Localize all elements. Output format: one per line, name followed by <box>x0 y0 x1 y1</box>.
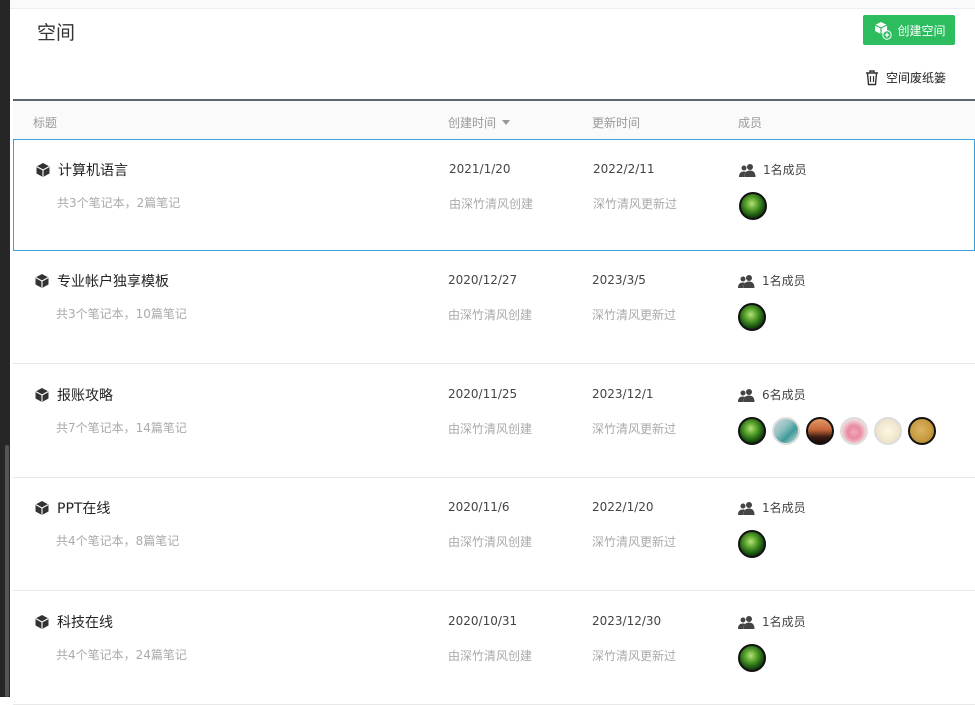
member-count-label: 1名成员 <box>763 163 807 177</box>
member-avatars <box>738 303 766 331</box>
trash-icon <box>866 70 878 86</box>
space-row[interactable]: 计算机语言共3个笔记本，2篇笔记 2021/1/20 由深竹清风创建 2022/2/1… <box>13 139 975 251</box>
member-avatars <box>739 192 767 220</box>
updater-text: 深竹清风更新过 <box>592 649 677 663</box>
sort-desc-icon <box>502 120 511 125</box>
space-summary: 共3个笔记本，10篇笔记 <box>56 307 187 321</box>
space-trash-link[interactable]: 空间废纸篓 <box>864 69 946 86</box>
space-name[interactable]: 计算机语言 <box>58 160 128 180</box>
updated-date: 2022/1/20 <box>592 500 654 514</box>
updater-text: 深竹清风更新过 <box>593 197 678 211</box>
updated-date: 2023/3/5 <box>592 273 646 287</box>
space-cube-icon <box>35 274 49 288</box>
created-date: 2020/11/6 <box>448 500 510 514</box>
space-row[interactable]: 专业帐户独享模板共3个笔记本，10篇笔记 2020/12/27 由深竹清风创建 202… <box>13 251 975 364</box>
add-space-icon <box>875 22 893 40</box>
updated-date: 2023/12/30 <box>592 614 662 628</box>
create-space-button[interactable]: 创建空间 <box>863 15 955 45</box>
updater-text: 深竹清风更新过 <box>592 308 677 322</box>
creator-text: 由深竹清风创建 <box>448 422 533 436</box>
space-summary: 共4个笔记本，8篇笔记 <box>56 534 180 548</box>
space-name[interactable]: 专业帐户独享模板 <box>57 271 169 291</box>
members-icon <box>738 274 755 288</box>
member-count[interactable]: 6名成员 <box>738 386 806 403</box>
col-updated[interactable]: 更新时间 <box>592 114 640 131</box>
member-avatar[interactable] <box>908 417 936 445</box>
member-count-label: 1名成员 <box>762 501 806 515</box>
member-count-label: 6名成员 <box>762 388 806 402</box>
member-avatar[interactable] <box>840 417 868 445</box>
members-icon <box>738 388 755 402</box>
space-name[interactable]: PPT在线 <box>57 498 110 518</box>
updated-date: 2022/2/11 <box>593 162 655 176</box>
member-avatar[interactable] <box>772 417 800 445</box>
members-icon <box>738 615 755 629</box>
space-cube-icon <box>35 501 49 515</box>
member-avatar[interactable] <box>739 192 767 220</box>
member-avatar[interactable] <box>738 644 766 672</box>
trash-label: 空间废纸篓 <box>886 71 947 85</box>
creator-text: 由深竹清风创建 <box>448 649 533 663</box>
updated-date: 2023/12/1 <box>592 387 654 401</box>
space-summary: 共3个笔记本，2篇笔记 <box>57 196 181 210</box>
creator-text: 由深竹清风创建 <box>448 535 533 549</box>
creator-text: 由深竹清风创建 <box>449 197 534 211</box>
col-title[interactable]: 标题 <box>33 114 57 131</box>
member-avatar[interactable] <box>806 417 834 445</box>
members-icon <box>739 163 756 177</box>
space-summary: 共4个笔记本，24篇笔记 <box>56 648 187 662</box>
member-count-label: 1名成员 <box>762 274 806 288</box>
space-cube-icon <box>35 615 49 629</box>
member-avatars <box>738 644 766 672</box>
updater-text: 深竹清风更新过 <box>592 422 677 436</box>
create-space-label: 创建空间 <box>897 23 946 38</box>
space-row[interactable]: 报账攻略共7个笔记本，14篇笔记 2020/11/25 由深竹清风创建 2023/12… <box>13 365 975 478</box>
member-count[interactable]: 1名成员 <box>739 161 807 178</box>
created-date: 2021/1/20 <box>449 162 511 176</box>
table-header: 标题 创建时间 更新时间 成员 <box>13 101 975 139</box>
member-count[interactable]: 1名成员 <box>738 613 806 630</box>
space-name[interactable]: 报账攻略 <box>57 385 113 405</box>
created-date: 2020/10/31 <box>448 614 518 628</box>
top-edge <box>10 0 975 9</box>
space-summary: 共7个笔记本，14篇笔记 <box>56 421 187 435</box>
left-sidebar-edge <box>0 0 10 697</box>
member-avatar[interactable] <box>738 530 766 558</box>
member-avatar[interactable] <box>874 417 902 445</box>
scrollbar-thumb[interactable] <box>5 445 9 697</box>
col-created[interactable]: 创建时间 <box>448 114 511 131</box>
space-cube-icon <box>36 163 50 177</box>
member-count-label: 1名成员 <box>762 615 806 629</box>
space-row[interactable]: PPT在线共4个笔记本，8篇笔记 2020/11/6 由深竹清风创建 2022/1/2… <box>13 478 975 591</box>
member-avatars <box>738 530 766 558</box>
space-row[interactable]: 科技在线共4个笔记本，24篇笔记 2020/10/31 由深竹清风创建 2023/12… <box>13 592 975 705</box>
updater-text: 深竹清风更新过 <box>592 535 677 549</box>
created-date: 2020/12/27 <box>448 273 518 287</box>
member-avatars <box>738 417 936 445</box>
member-avatar[interactable] <box>738 303 766 331</box>
space-name[interactable]: 科技在线 <box>57 612 113 632</box>
col-created-label: 创建时间 <box>448 116 497 130</box>
space-cube-icon <box>35 388 49 402</box>
member-count[interactable]: 1名成员 <box>738 272 806 289</box>
member-count[interactable]: 1名成员 <box>738 499 806 516</box>
col-members: 成员 <box>738 116 763 130</box>
created-date: 2020/11/25 <box>448 387 518 401</box>
member-avatar[interactable] <box>738 417 766 445</box>
members-icon <box>738 501 755 515</box>
creator-text: 由深竹清风创建 <box>448 308 533 322</box>
page-title: 空间 <box>37 22 76 44</box>
